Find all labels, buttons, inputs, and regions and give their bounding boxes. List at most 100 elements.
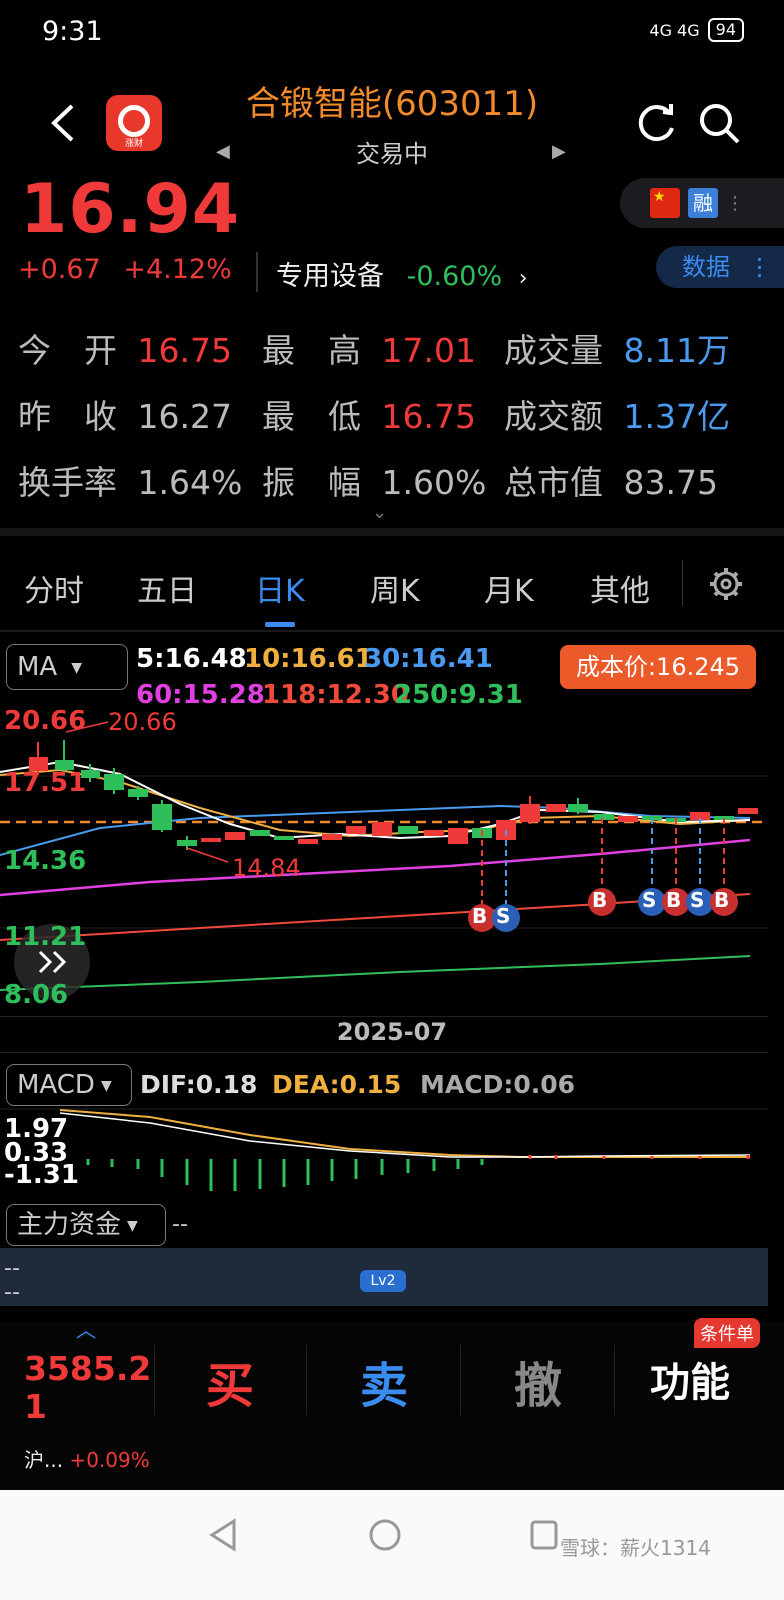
gear-icon[interactable] <box>708 566 744 606</box>
tab-active-indicator <box>265 622 295 627</box>
tab-weekly-k[interactable]: 周K <box>370 566 420 610</box>
stat-amplitude-value: 1.60% <box>381 463 487 502</box>
period-tabs: 分时 五日 日K 周K 月K 其他 <box>0 540 784 630</box>
status-icons: 4G 4G 94 <box>649 18 744 42</box>
stat-prev-close-label: 昨 收 <box>18 397 117 436</box>
stat-open-label: 今 开 <box>18 331 117 370</box>
stat-amount-value: 1.37亿 <box>623 397 730 436</box>
divider <box>0 1052 768 1053</box>
cancel-order-button[interactable]: 撤 <box>514 1346 562 1416</box>
signal-b: B <box>666 888 682 912</box>
tab-daily-k[interactable]: 日K <box>255 566 305 610</box>
tab-intraday[interactable]: 分时 <box>24 566 84 610</box>
stat-high: 最 高 17.01 <box>262 324 476 372</box>
macd-value: MACD:0.06 <box>420 1070 576 1099</box>
margin-badge: 融 <box>688 188 718 218</box>
chevron-up-icon[interactable]: ︿ <box>76 1314 96 1343</box>
section-divider <box>0 528 784 536</box>
fund-row-1: -- <box>4 1256 20 1281</box>
stat-high-value: 17.01 <box>381 331 476 370</box>
ma30-value: 30:16.41 <box>364 644 493 674</box>
china-flag-icon <box>650 188 680 218</box>
fund-row-2: -- <box>4 1280 20 1305</box>
stat-amount-label: 成交额 <box>504 397 603 436</box>
stat-open: 今 开 16.75 <box>18 324 232 372</box>
y-label-3: 11.21 <box>4 922 87 952</box>
caret-down-icon: ▼ <box>71 659 82 676</box>
stat-amount: 成交额 1.37亿 <box>504 390 730 438</box>
stat-turnover-label: 换手率 <box>18 463 117 502</box>
divider <box>256 252 258 292</box>
signal-s: S <box>496 904 511 928</box>
stat-high-label: 最 高 <box>262 331 361 370</box>
more-dots-icon: ⋮ <box>726 192 744 214</box>
current-price: 16.94 <box>20 170 241 249</box>
divider <box>306 1345 307 1415</box>
status-time: 9:31 <box>42 16 103 47</box>
stat-open-value: 16.75 <box>137 331 232 370</box>
macd-chart[interactable] <box>0 1105 768 1195</box>
macd-selector[interactable]: MACD ▼ <box>6 1064 132 1106</box>
lv2-lock-badge[interactable]: Lv2 <box>360 1270 406 1292</box>
back-triangle-icon[interactable] <box>208 1518 238 1552</box>
sector-link[interactable]: 专用设备 -0.60% › <box>276 254 528 293</box>
change-value: +0.67 <box>18 254 101 285</box>
tab-five-day[interactable]: 五日 <box>137 566 197 610</box>
stat-turnover-value: 1.64% <box>137 463 243 502</box>
dif-value: DIF:0.18 <box>140 1070 258 1099</box>
sector-name: 专用设备 <box>276 261 384 292</box>
candlestick-chart[interactable] <box>0 690 768 1015</box>
signal-b: B <box>592 888 608 912</box>
caret-down-icon: ▼ <box>100 1077 112 1094</box>
ma-selector[interactable]: MA ▼ <box>6 644 128 690</box>
stat-prev-close: 昨 收 16.27 <box>18 390 232 438</box>
fund-flow-selector-label: 主力资金 <box>17 1210 122 1240</box>
home-circle-icon[interactable] <box>368 1518 402 1552</box>
stat-volume: 成交量 8.11万 <box>504 324 730 372</box>
ma10-value: 10:16.61 <box>244 644 373 674</box>
y-label-4: 8.06 <box>4 980 69 1010</box>
data-button[interactable]: 数据 ⋮ <box>656 246 784 288</box>
next-stock-icon[interactable]: ▶ <box>552 141 566 162</box>
high-annotation: 20.66 <box>108 708 177 736</box>
divider <box>682 560 683 606</box>
low-annotation: 14.84 <box>232 854 301 882</box>
index-value[interactable]: 3585.21 <box>24 1350 154 1426</box>
stat-amplitude: 振 幅 1.60% <box>262 456 486 504</box>
index-info[interactable]: 沪... +0.09% <box>24 1444 150 1473</box>
stat-volume-value: 8.11万 <box>623 331 730 370</box>
divider <box>614 1345 615 1415</box>
signal-s: S <box>642 888 657 912</box>
divider <box>460 1345 461 1415</box>
search-icon[interactable] <box>696 100 742 150</box>
stat-prev-close-value: 16.27 <box>137 397 232 436</box>
network-label: 4G 4G <box>649 20 700 40</box>
tab-monthly-k[interactable]: 月K <box>484 566 534 610</box>
expand-chevron-icon[interactable]: ⌄ <box>372 502 387 523</box>
tab-other[interactable]: 其他 <box>590 566 650 610</box>
fund-flow-selector[interactable]: 主力资金 ▼ <box>6 1204 166 1246</box>
caret-down-icon: ▼ <box>127 1217 138 1234</box>
function-button[interactable]: 功能 <box>650 1350 730 1408</box>
condition-order-badge[interactable]: 条件单 <box>694 1318 760 1348</box>
stat-low-value: 16.75 <box>381 397 476 436</box>
date-axis-label: 2025-07 <box>336 1018 448 1046</box>
ma5-value: 5:16.48 <box>136 644 247 674</box>
stat-low-label: 最 低 <box>262 397 361 436</box>
buy-button[interactable]: 买 <box>206 1346 254 1416</box>
price-change: +0.67 +4.12% <box>18 254 232 285</box>
fund-flow-value: -- <box>172 1212 188 1237</box>
stat-turnover: 换手率 1.64% <box>18 456 242 504</box>
cost-price-button[interactable]: 成本价:16.245 <box>560 645 756 689</box>
signal-b: B <box>472 904 488 928</box>
refresh-icon[interactable] <box>633 100 679 150</box>
sell-button[interactable]: 卖 <box>360 1346 408 1416</box>
watermark: 雪球：薪火1314 <box>560 1536 711 1560</box>
index-change: +0.09% <box>69 1448 150 1472</box>
market-badges[interactable]: 融 ⋮ <box>620 178 784 228</box>
stat-mktcap-label: 总市值 <box>504 463 603 502</box>
stat-mktcap-value: 83.75 <box>623 463 718 502</box>
recents-square-icon[interactable] <box>528 1518 560 1552</box>
more-dots-icon: ⋮ <box>747 253 772 281</box>
divider <box>0 1016 768 1017</box>
